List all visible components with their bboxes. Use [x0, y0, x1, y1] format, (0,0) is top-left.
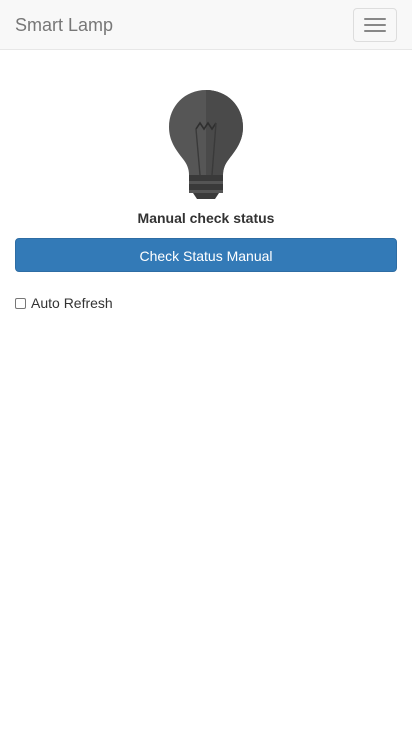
hamburger-menu-icon [364, 24, 386, 26]
status-text: Manual check status [137, 210, 275, 226]
auto-refresh-label[interactable]: Auto Refresh [31, 295, 113, 311]
lightbulb-icon [169, 90, 243, 199]
navbar-brand[interactable]: Smart Lamp [15, 0, 113, 50]
hamburger-menu-icon [364, 30, 386, 32]
navbar-toggle-button[interactable] [353, 8, 397, 42]
auto-refresh-row[interactable]: Auto Refresh [15, 295, 397, 311]
check-status-button[interactable]: Check Status Manual [15, 238, 397, 272]
lamp-container [15, 89, 397, 201]
auto-refresh-checkbox[interactable] [15, 297, 26, 309]
main-content: Manual check status Check Status Manual … [0, 89, 412, 311]
hamburger-menu-icon [364, 18, 386, 20]
navbar: Smart Lamp [0, 0, 412, 50]
